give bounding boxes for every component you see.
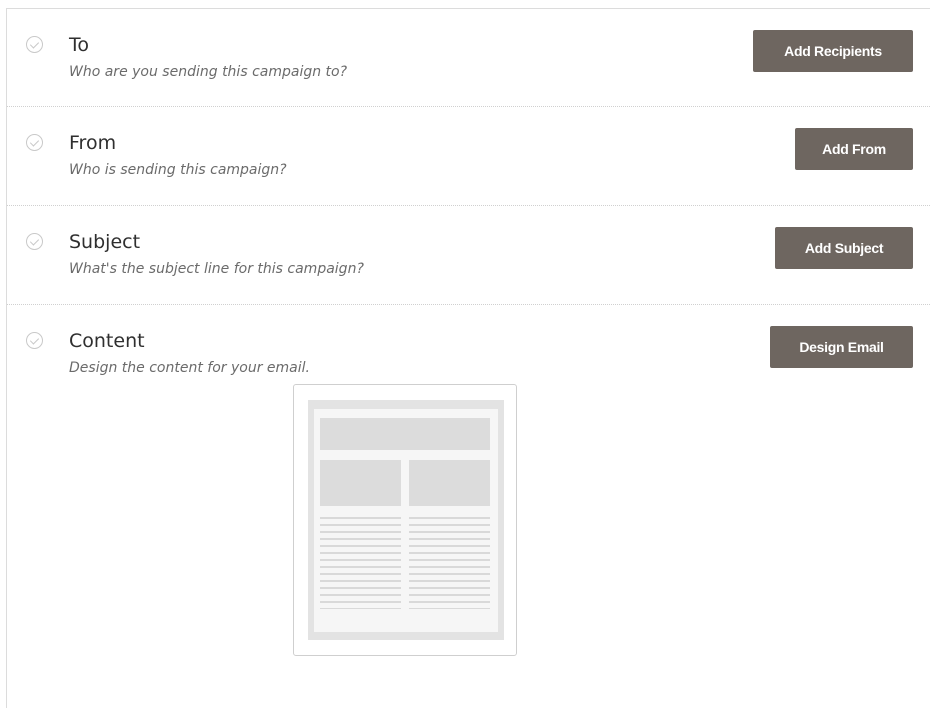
section-subtitle-subject: What's the subject line for this campaig…	[69, 261, 364, 277]
check-circle-icon	[26, 134, 43, 151]
email-template-preview[interactable]	[293, 384, 517, 656]
section-title-from: From	[69, 132, 117, 154]
section-subtitle-from: Who is sending this campaign?	[69, 162, 287, 178]
section-title-to: To	[69, 34, 90, 56]
section-subject: Subject What's the subject line for this…	[7, 206, 930, 305]
template-image-right	[409, 460, 490, 506]
section-to: To Who are you sending this campaign to?…	[7, 9, 930, 107]
add-from-button[interactable]: Add From	[795, 128, 913, 170]
template-text-left	[320, 517, 401, 609]
check-circle-icon	[26, 233, 43, 250]
check-circle-icon	[26, 36, 43, 53]
template-text-right	[409, 517, 490, 609]
template-header-block	[320, 418, 490, 450]
section-title-content: Content	[69, 330, 145, 352]
design-email-button[interactable]: Design Email	[770, 326, 913, 368]
section-from: From Who is sending this campaign? Add F…	[7, 107, 930, 206]
add-subject-button[interactable]: Add Subject	[775, 227, 913, 269]
section-subtitle-content: Design the content for your email.	[69, 360, 310, 376]
add-recipients-button[interactable]: Add Recipients	[753, 30, 913, 72]
check-circle-icon	[26, 332, 43, 349]
section-subtitle-to: Who are you sending this campaign to?	[69, 64, 348, 80]
template-image-left	[320, 460, 401, 506]
template-layout-icon	[308, 400, 504, 640]
template-body	[314, 409, 498, 632]
section-title-subject: Subject	[69, 231, 141, 253]
